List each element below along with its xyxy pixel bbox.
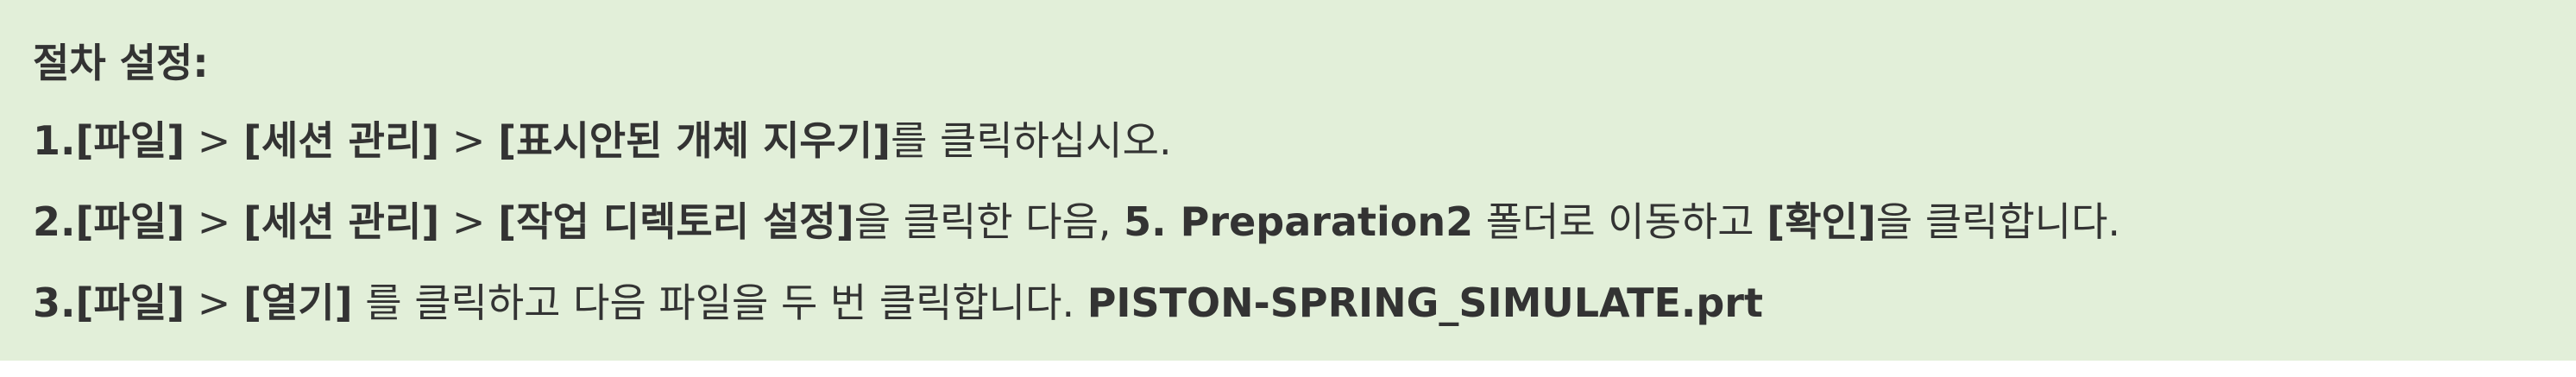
step-1-menu-clear-hidden: [표시안된 개체 지우기]	[498, 117, 891, 164]
step-2-instruction-2: 폴더로 이동하고	[1473, 198, 1767, 245]
step-2-menu-file: 2.[파일]	[33, 198, 186, 245]
procedure-title: 절차 설정:	[33, 40, 209, 86]
step-1-instruction: 를 클릭하십시오.	[891, 117, 1172, 164]
step-2: 2.[파일] > [세션 관리] > [작업 디렉토리 설정]을 클릭한 다음,…	[33, 181, 2576, 262]
step-1-menu-file: 1.[파일]	[33, 117, 186, 164]
step-2-instruction-1: 을 클릭한 다음,	[853, 198, 1124, 245]
step-2-instruction-3: 을 클릭합니다.	[1875, 198, 2121, 245]
step-1: 1.[파일] > [세션 관리] > [표시안된 개체 지우기]를 클릭하십시오…	[33, 100, 2576, 181]
step-1-sep-1: >	[185, 117, 243, 164]
step-3-file-name: PISTON-SPRING_SIMULATE.prt	[1086, 280, 1763, 326]
step-2-sep-2: >	[439, 198, 499, 245]
procedure-panel: 절차 설정: 1.[파일] > [세션 관리] > [표시안된 개체 지우기]를…	[0, 0, 2576, 361]
step-2-menu-set-workdir: [작업 디렉토리 설정]	[498, 198, 854, 245]
step-3-sep-1: >	[185, 280, 243, 326]
step-2-sep-1: >	[185, 198, 243, 245]
step-3-menu-file: 3.[파일]	[33, 280, 186, 326]
step-1-sep-2: >	[439, 117, 499, 164]
step-2-folder-name: 5. Preparation2	[1124, 198, 1474, 245]
step-1-menu-session: [세션 관리]	[242, 117, 440, 164]
step-3-instruction: 를 클릭하고 다음 파일을 두 번 클릭합니다.	[352, 280, 1087, 326]
step-2-menu-session: [세션 관리]	[242, 198, 440, 245]
step-3-menu-open: [열기]	[242, 280, 353, 326]
step-3: 3.[파일] > [열기] 를 클릭하고 다음 파일을 두 번 클릭합니다. P…	[33, 262, 2576, 343]
step-2-ok-label: [확인]	[1767, 198, 1876, 245]
